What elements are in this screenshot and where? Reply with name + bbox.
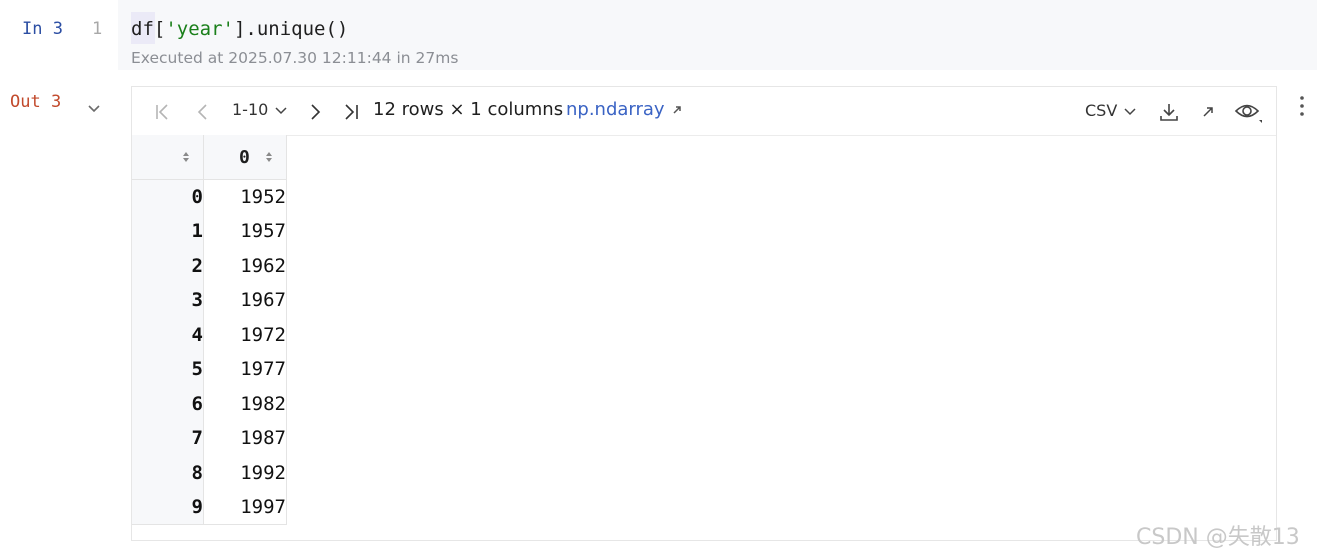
view-options-button[interactable] xyxy=(1233,98,1263,126)
index-header[interactable] xyxy=(132,135,204,180)
cell-value[interactable]: 1992 xyxy=(203,455,287,490)
column-header-label: 0 xyxy=(239,147,250,168)
table-row[interactable]: 0 1952 xyxy=(132,179,287,214)
type-link[interactable]: np.ndarray xyxy=(566,99,683,120)
row-index: 0 xyxy=(132,179,204,214)
execution-info: Executed at 2025.07.30 12:11:44 in 27ms xyxy=(131,49,459,67)
cell-value[interactable]: 1957 xyxy=(203,214,287,249)
sort-icon[interactable] xyxy=(182,151,190,163)
watermark: CSDN @失散13 xyxy=(1136,525,1300,550)
more-vertical-icon xyxy=(1300,96,1304,116)
collapse-output-button[interactable] xyxy=(86,100,102,116)
first-page-button[interactable] xyxy=(152,101,174,123)
more-options-button[interactable] xyxy=(1293,94,1311,118)
last-page-button[interactable] xyxy=(340,101,362,123)
download-icon xyxy=(1160,104,1178,121)
table-row[interactable]: 1 1957 xyxy=(132,214,287,249)
row-index: 3 xyxy=(132,283,204,318)
code-prefix: df[ xyxy=(131,18,166,40)
cell-value[interactable]: 1962 xyxy=(203,248,287,283)
next-page-button[interactable] xyxy=(304,101,326,123)
table-row[interactable]: 4 1972 xyxy=(132,317,287,352)
code-string-literal: 'year' xyxy=(165,18,234,40)
prev-page-icon xyxy=(197,104,207,120)
dataframe-viewer: 1-10 12 rows × 1 columns np.ndarray CSV xyxy=(131,86,1277,541)
cell-value[interactable]: 1982 xyxy=(203,386,287,421)
output-cell-label: Out 3 xyxy=(10,92,62,112)
table-summary: 12 rows × 1 columns xyxy=(373,99,564,120)
table-row[interactable]: 6 1982 xyxy=(132,386,287,421)
viewer-toolbar: 1-10 12 rows × 1 columns np.ndarray CSV xyxy=(132,87,1276,136)
first-page-icon xyxy=(156,104,168,120)
input-cell-label: In 3 xyxy=(22,19,63,39)
eye-icon xyxy=(1234,104,1262,123)
download-button[interactable] xyxy=(1157,100,1181,124)
code-line[interactable]: df['year'].unique() xyxy=(131,18,348,40)
page-range-label: 1-10 xyxy=(232,100,269,119)
export-format-select[interactable]: CSV xyxy=(1085,101,1137,120)
cell-value[interactable]: 1972 xyxy=(203,317,287,352)
line-number: 1 xyxy=(92,19,103,39)
sort-icon[interactable] xyxy=(265,151,273,163)
export-format-label: CSV xyxy=(1085,101,1118,120)
column-header[interactable]: 0 xyxy=(203,135,287,180)
table-row[interactable]: 5 1977 xyxy=(132,352,287,387)
next-page-icon xyxy=(311,104,321,120)
cell-value[interactable]: 1987 xyxy=(203,421,287,456)
expand-icon xyxy=(1203,107,1213,117)
row-index: 5 xyxy=(132,352,204,387)
open-in-editor-button[interactable] xyxy=(1198,102,1218,122)
table-row[interactable]: 9 1997 xyxy=(132,490,287,525)
row-index: 7 xyxy=(132,421,204,456)
cell-value[interactable]: 1977 xyxy=(203,352,287,387)
row-index: 4 xyxy=(132,317,204,352)
row-index: 8 xyxy=(132,455,204,490)
cell-value[interactable]: 1967 xyxy=(203,283,287,318)
data-table: 0 0 1952 1 1957 2 1962 3 1967 4 1972 5 1977 6 1982 7 19… xyxy=(132,135,287,525)
table-row[interactable]: 2 1962 xyxy=(132,248,287,283)
table-row[interactable]: 3 1967 xyxy=(132,283,287,318)
type-link-label: np.ndarray xyxy=(566,99,665,120)
code-editor[interactable]: df['year'].unique() Executed at 2025.07.… xyxy=(118,0,1317,70)
external-link-icon xyxy=(673,105,681,114)
cell-value[interactable]: 1952 xyxy=(203,179,287,214)
page-range-select[interactable]: 1-10 xyxy=(232,100,288,119)
prev-page-button[interactable] xyxy=(192,101,214,123)
row-index: 6 xyxy=(132,386,204,421)
row-index: 1 xyxy=(132,214,204,249)
chevron-down-icon xyxy=(88,105,100,113)
chevron-down-icon xyxy=(1124,107,1136,115)
row-index: 9 xyxy=(132,490,204,525)
cell-value[interactable]: 1997 xyxy=(203,490,287,525)
code-suffix: ].unique() xyxy=(233,18,349,40)
table-row[interactable]: 7 1987 xyxy=(132,421,287,456)
last-page-icon xyxy=(345,104,358,120)
table-row[interactable]: 8 1992 xyxy=(132,455,287,490)
row-index: 2 xyxy=(132,248,204,283)
chevron-down-icon xyxy=(275,106,287,114)
